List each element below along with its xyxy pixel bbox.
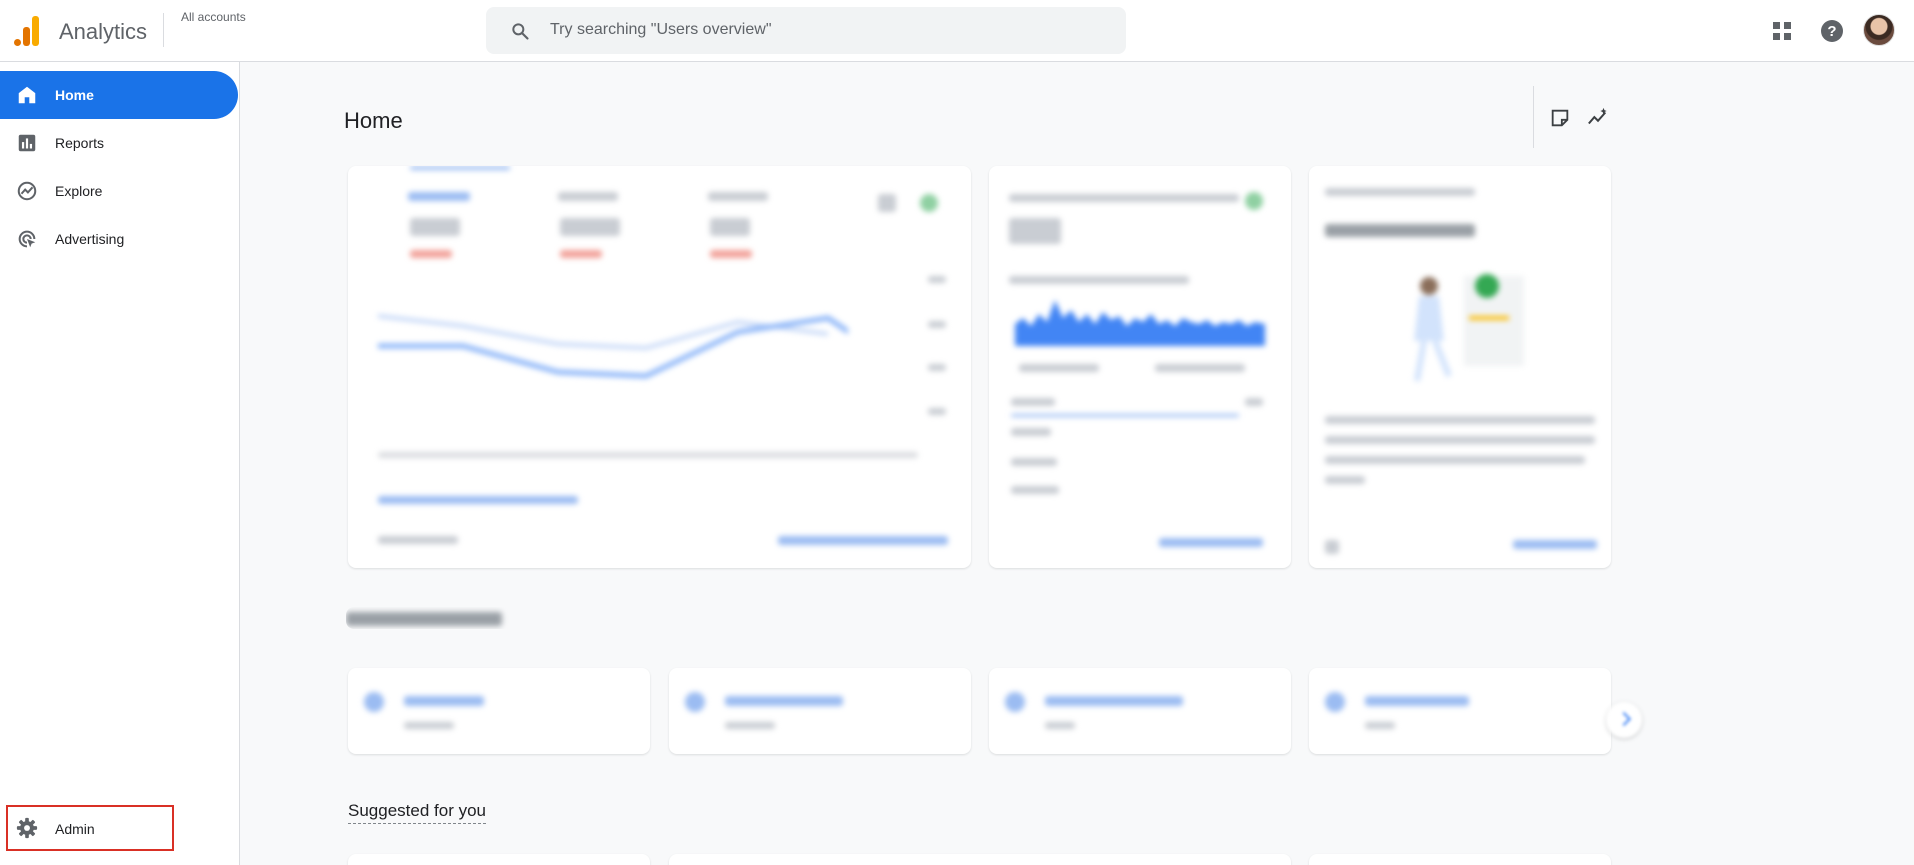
avatar[interactable] bbox=[1863, 14, 1895, 46]
realtime-card-blurred-content bbox=[989, 166, 1291, 568]
announcement-card[interactable] bbox=[1309, 166, 1611, 568]
carousel-next-button[interactable] bbox=[1606, 702, 1642, 738]
search-icon bbox=[512, 23, 529, 40]
sidebar-item-advertising[interactable]: Advertising bbox=[0, 215, 238, 263]
realtime-card[interactable] bbox=[989, 166, 1291, 568]
search-input[interactable]: Try searching "Users overview" bbox=[550, 21, 772, 39]
insights-icon[interactable] bbox=[1586, 107, 1610, 129]
recently-accessed-heading bbox=[346, 607, 1606, 629]
sidebar-item-home[interactable]: Home bbox=[0, 71, 238, 119]
recent-item-card[interactable] bbox=[669, 668, 971, 754]
suggested-card[interactable] bbox=[348, 854, 650, 865]
explore-icon bbox=[17, 181, 37, 201]
sidebar-item-label: Advertising bbox=[55, 231, 125, 247]
gear-icon bbox=[16, 817, 38, 839]
suggested-heading: Suggested for you bbox=[348, 801, 486, 824]
sidebar-item-label: Home bbox=[55, 87, 94, 103]
overview-card-blurred-content bbox=[348, 166, 971, 568]
app-title[interactable]: Analytics bbox=[59, 19, 147, 45]
overview-card[interactable] bbox=[348, 166, 971, 568]
recent-item-card[interactable] bbox=[1309, 668, 1611, 754]
sidebar-item-reports[interactable]: Reports bbox=[0, 119, 238, 167]
suggested-card[interactable] bbox=[669, 854, 1291, 865]
announcement-card-blurred-content bbox=[1309, 166, 1611, 568]
annotation-note-icon[interactable] bbox=[1549, 107, 1571, 129]
header-divider bbox=[163, 13, 164, 47]
recent-item-card[interactable] bbox=[989, 668, 1291, 754]
help-icon[interactable]: ? bbox=[1820, 19, 1844, 43]
advertising-icon bbox=[18, 230, 36, 248]
suggested-card[interactable] bbox=[1309, 854, 1611, 865]
analytics-logo-icon[interactable] bbox=[14, 16, 40, 46]
search-bar[interactable]: Try searching "Users overview" bbox=[486, 7, 1126, 54]
apps-grid-icon[interactable] bbox=[1772, 21, 1792, 41]
bar-chart-icon bbox=[18, 134, 36, 152]
top-bar: Analytics All accounts Try searching "Us… bbox=[0, 0, 1914, 62]
sidebar-item-admin[interactable]: Admin bbox=[6, 805, 174, 851]
recent-item-card[interactable] bbox=[348, 668, 650, 754]
sidebar-item-label: Reports bbox=[55, 135, 105, 151]
sidebar-item-label: Admin bbox=[55, 821, 95, 837]
main-content: Home Suggested for you bbox=[241, 62, 1914, 865]
sidebar-item-label: Explore bbox=[55, 183, 103, 199]
home-icon bbox=[18, 86, 36, 104]
page-title: Home bbox=[344, 108, 403, 133]
account-picker[interactable]: All accounts bbox=[181, 10, 246, 24]
svg-text:?: ? bbox=[1827, 23, 1836, 40]
sidebar: Home Reports Explore Advertising Admin bbox=[0, 62, 240, 865]
toolbar-divider bbox=[1533, 86, 1534, 148]
sidebar-item-explore[interactable]: Explore bbox=[0, 167, 238, 215]
